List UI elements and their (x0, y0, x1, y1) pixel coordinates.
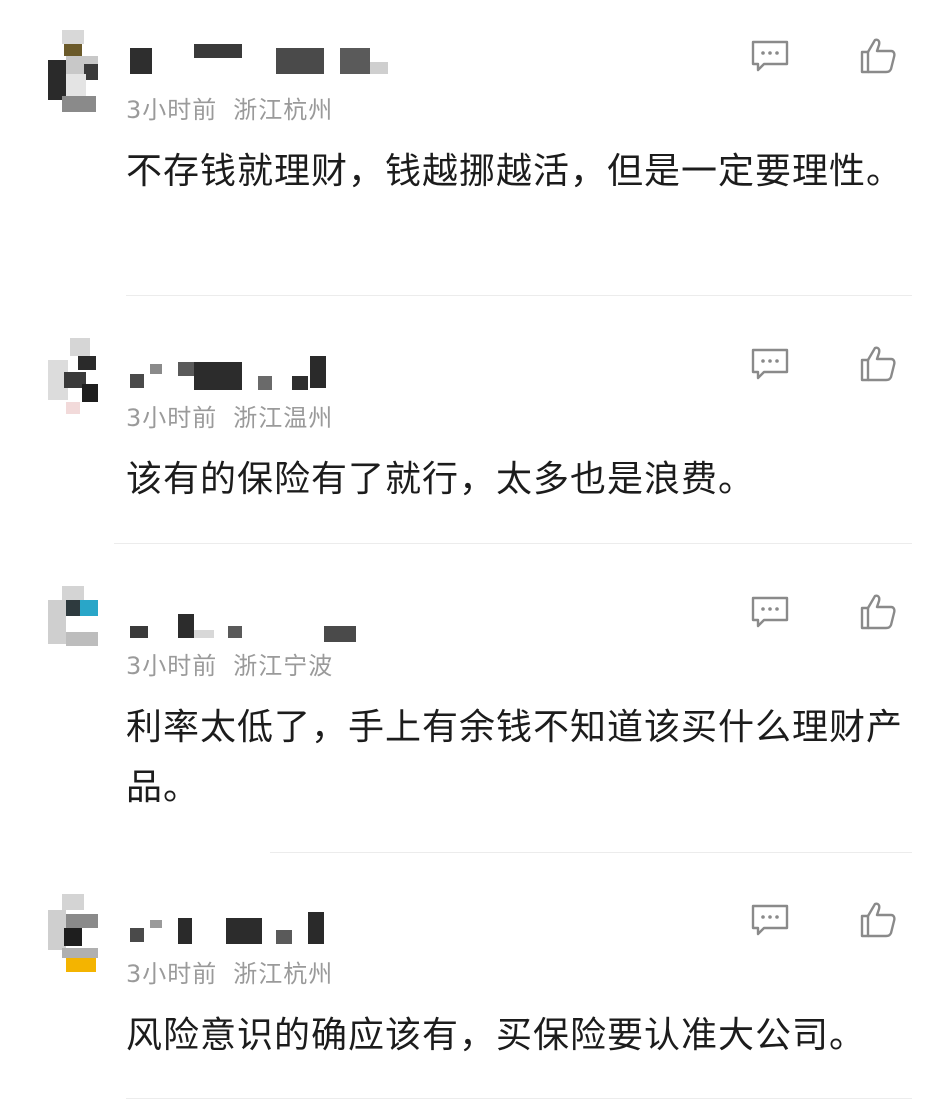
comment-time: 3小时前 (126, 404, 218, 432)
comment-bubble-icon (751, 348, 789, 380)
comment-time: 3小时前 (126, 960, 218, 988)
username-masked[interactable] (130, 352, 430, 390)
reply-button[interactable] (748, 342, 792, 386)
like-button[interactable] (856, 342, 900, 386)
reply-button[interactable] (748, 34, 792, 78)
comment-text: 风险意识的确应该有，买保险要认准大公司。 (126, 1015, 867, 1056)
avatar[interactable] (48, 30, 98, 112)
thumbs-up-icon (860, 346, 896, 382)
thumbs-up-icon (860, 38, 896, 74)
reply-button[interactable] (748, 590, 792, 634)
comment-item: 3小时前 浙江宁波 利率太低了，手上有余钱不知道该买什么理财产品。 (0, 586, 949, 856)
like-button[interactable] (856, 34, 900, 78)
divider (126, 295, 912, 296)
comment-text: 该有的保险有了就行，太多也是浪费。 (126, 459, 756, 500)
comment-meta: 3小时前 浙江杭州 (126, 90, 333, 125)
comment-meta: 3小时前 浙江宁波 (126, 646, 333, 681)
comment-item: 3小时前 浙江温州 该有的保险有了就行，太多也是浪费。 (0, 338, 949, 548)
comment-location: 浙江杭州 (233, 960, 334, 988)
avatar[interactable] (48, 586, 98, 666)
comment-bubble-icon (751, 904, 789, 936)
divider (126, 1098, 912, 1099)
comment-text: 不存钱就理财，钱越挪越活，但是一定要理性。 (126, 151, 904, 192)
comment-item: 3小时前 浙江杭州 风险意识的确应该有，买保险要认准大公司。 (0, 894, 949, 1103)
divider (114, 543, 912, 544)
reply-button[interactable] (748, 898, 792, 942)
comment-bubble-icon (751, 596, 789, 628)
thumbs-up-icon (860, 594, 896, 630)
like-button[interactable] (856, 590, 900, 634)
comment-bubble-icon (751, 40, 789, 72)
comment-meta: 3小时前 浙江杭州 (126, 954, 333, 989)
like-button[interactable] (856, 898, 900, 942)
username-masked[interactable] (130, 44, 430, 76)
username-masked[interactable] (130, 600, 430, 642)
comment-text: 利率太低了，手上有余钱不知道该买什么理财产品。 (126, 707, 904, 808)
divider (270, 852, 912, 853)
avatar[interactable] (48, 338, 98, 418)
comment-time: 3小时前 (126, 96, 218, 124)
thumbs-up-icon (860, 902, 896, 938)
comment-time: 3小时前 (126, 652, 218, 680)
comment-meta: 3小时前 浙江温州 (126, 398, 333, 433)
avatar[interactable] (48, 894, 98, 974)
comment-location: 浙江温州 (233, 404, 334, 432)
comment-item: 3小时前 浙江杭州 不存钱就理财，钱越挪越活，但是一定要理性。 (0, 30, 949, 300)
comment-location: 浙江宁波 (233, 652, 334, 680)
comment-location: 浙江杭州 (233, 96, 334, 124)
username-masked[interactable] (130, 908, 430, 944)
